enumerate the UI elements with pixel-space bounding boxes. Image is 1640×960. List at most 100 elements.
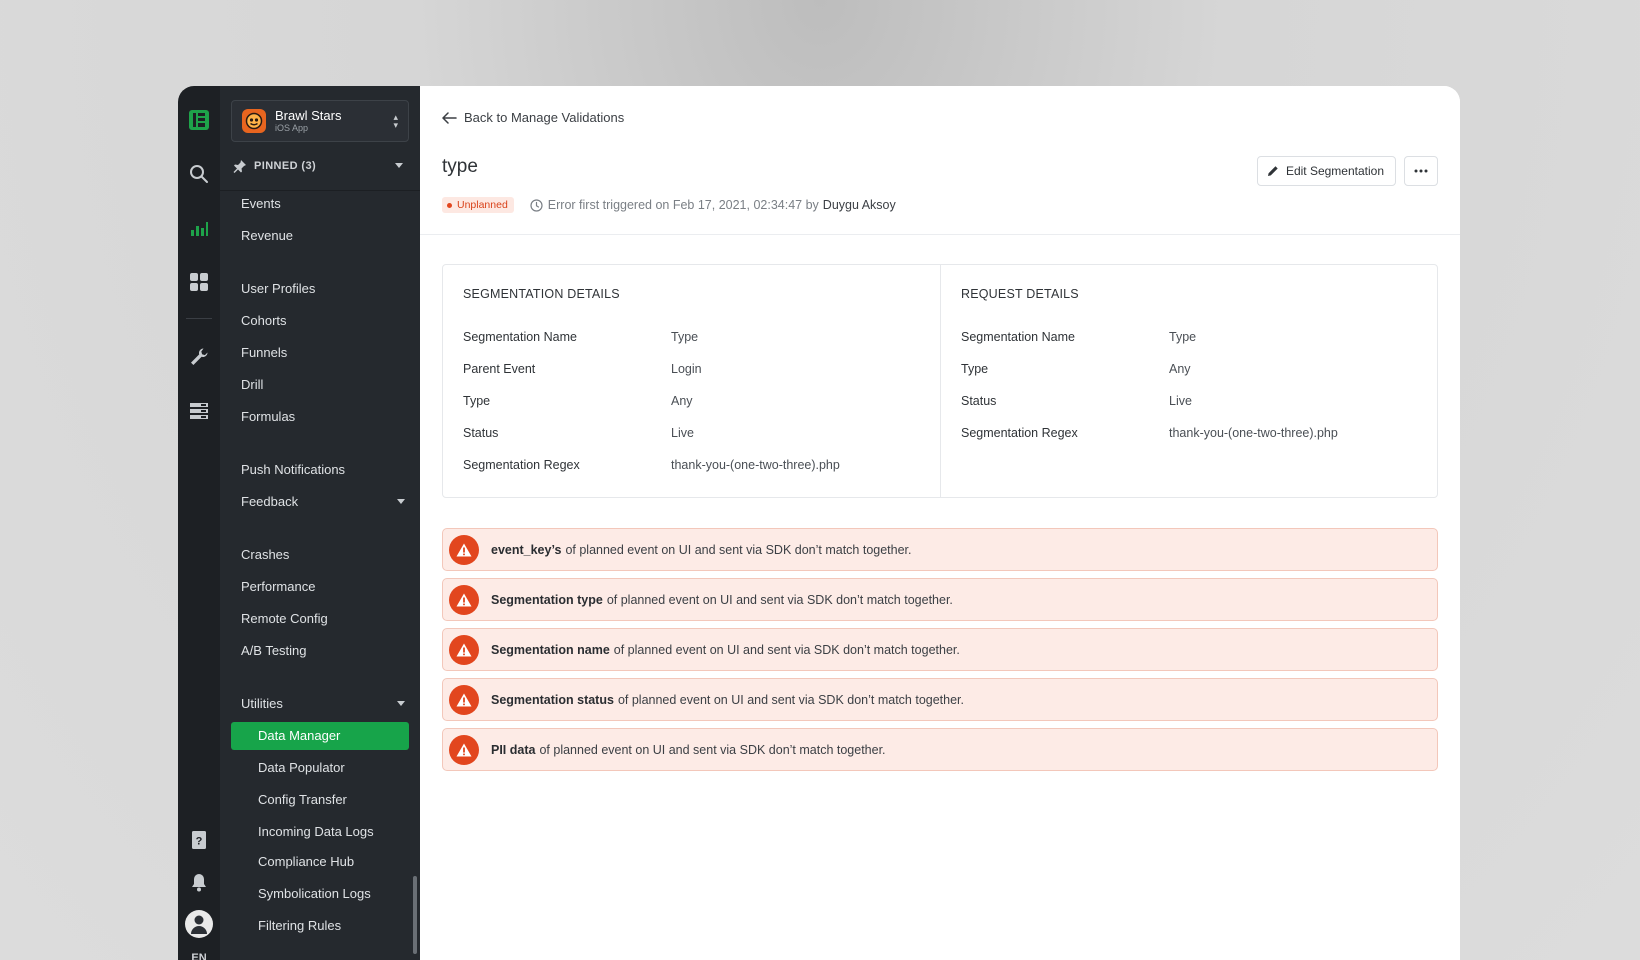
svg-text:?: ? [196,836,203,848]
mismatch-alert: PII data of planned event on UI and sent… [442,728,1438,771]
sidebar-item-formulas[interactable]: Formulas [241,407,411,427]
sidebar-item-label: Utilities [241,696,283,711]
pinned-label: PINNED (3) [254,160,317,172]
detail-row: Parent Event Login [463,361,920,393]
segmentation-details-panel: SEGMENTATION DETAILS Segmentation Name Ty… [443,265,940,497]
status-badge-label: Unplanned [457,199,508,211]
sidebar-item-performance[interactable]: Performance [241,577,411,597]
icon-rail: ? EN [178,86,220,960]
detail-key: Segmentation Regex [463,458,580,472]
detail-row: Type Any [961,361,1417,393]
analytics-icon[interactable] [187,216,211,240]
mismatch-alert: Segmentation type of planned event on UI… [442,578,1438,621]
alert-text: of planned event on UI and sent via SDK … [606,592,953,607]
status-dot-icon [447,202,452,208]
more-horizontal-icon [1414,169,1428,173]
detail-value: Any [1169,362,1191,376]
sidebar-item-drill[interactable]: Drill [241,375,411,395]
panel-title: REQUEST DETAILS [961,287,1079,301]
main-content: Back to Manage Validations type Edit Seg… [420,86,1460,960]
wrench-icon[interactable] [187,345,211,369]
sidebar-scrollbar[interactable] [413,876,417,954]
sidebar-item-push-notifications[interactable]: Push Notifications [241,460,411,480]
sidebar-item-filtering-rules[interactable]: Filtering Rules [258,916,420,936]
detail-value: Type [1169,330,1197,344]
caret-down-icon [397,701,405,706]
clock-icon [530,198,543,212]
dashboards-icon[interactable] [187,270,211,294]
sidebar-item-user-profiles[interactable]: User Profiles [241,279,411,299]
avatar[interactable] [185,910,213,938]
pinned-toggle[interactable]: PINNED (3) [233,159,409,173]
request-details-panel: REQUEST DETAILS Segmentation Name Type Ty… [940,265,1437,497]
pencil-icon [1267,166,1278,176]
sidebar-item-utilities[interactable]: Utilities [241,694,411,714]
sidebar-item-crashes[interactable]: Crashes [241,545,411,565]
alert-text: of planned event on UI and sent via SDK … [565,542,912,557]
warning-icon [449,684,479,715]
validation-meta: Unplanned Error first triggered on Feb 1… [442,197,896,213]
documentation-icon[interactable]: ? [187,828,211,852]
detail-row: Type Any [463,393,920,425]
edit-segmentation-button[interactable]: Edit Segmentation [1256,156,1396,186]
detail-value: thank-you-(one-two-three).php [1169,426,1338,440]
sidebar-divider [220,190,420,191]
countly-logo-icon[interactable] [187,108,211,132]
pin-icon [233,160,246,173]
app-window: ? EN Brawl Stars iOS App ▴▾ PINNED (3) [178,86,1460,960]
app-switcher[interactable]: Brawl Stars iOS App ▴ ▾ [231,100,409,142]
app-name: Brawl Stars [275,108,342,123]
language-selector[interactable]: EN [191,952,206,960]
mismatch-alert: event_key’s of planned event on UI and s… [442,528,1438,571]
warning-icon [449,634,479,665]
detail-value: Live [1169,394,1192,408]
sidebar-item-remote-config[interactable]: Remote Config [241,609,411,629]
more-options-button[interactable] [1404,156,1438,186]
alert-subject: event_key’s [491,542,562,557]
sidebar-item-cohorts[interactable]: Cohorts [241,311,411,331]
sidebar-item-events[interactable]: Events [241,194,411,214]
sidebar-item-data-manager[interactable]: Data Manager [231,722,409,750]
sidebar-item-feedback[interactable]: Feedback [241,492,411,512]
detail-row: Segmentation Regex thank-you-(one-two-thr… [463,457,920,489]
detail-row: Status Live [961,393,1417,425]
sidebar-item-data-populator[interactable]: Data Populator [258,758,420,778]
detail-row: Segmentation Name Type [463,329,920,361]
sidebar-item-revenue[interactable]: Revenue [241,226,411,246]
status-badge: Unplanned [442,197,514,213]
sidebar-item-funnels[interactable]: Funnels [241,343,411,363]
detail-key: Parent Event [463,362,536,376]
edit-segmentation-label: Edit Segmentation [1285,164,1384,178]
chevron-updown-icon: ▴ ▾ [393,112,398,130]
mismatch-alert: Segmentation status of planned event on … [442,678,1438,721]
warning-icon [449,734,479,765]
sidebar-item-incoming-data-logs[interactable]: Incoming Data Logs [258,822,420,842]
alert-subject: Segmentation type [491,592,603,607]
app-platform: iOS App [275,123,309,133]
error-user: Duygu Aksoy [822,198,896,212]
detail-key: Segmentation Name [463,330,577,344]
sidebar-item-config-transfer[interactable]: Config Transfer [258,790,420,810]
management-icon[interactable] [187,399,211,423]
rail-divider [186,318,212,319]
warning-icon [449,584,479,615]
detail-key: Segmentation Name [961,330,1075,344]
error-timestamp-text: Error first triggered on Feb 17, 2021, 0… [547,198,819,212]
arrow-left-icon [442,111,457,124]
alert-subject: Segmentation status [491,692,614,707]
alert-text: of planned event on UI and sent via SDK … [617,692,964,707]
sidebar-item-ab-testing[interactable]: A/B Testing [241,641,411,661]
sidebar-item-label: Feedback [241,494,299,509]
mismatch-alerts: event_key’s of planned event on UI and s… [442,528,1438,778]
detail-key: Segmentation Regex [961,426,1078,440]
page-title: type [442,156,478,177]
search-icon[interactable] [187,162,211,186]
sidebar-item-symbolication-logs[interactable]: Symbolication Logs [258,884,420,904]
bell-icon[interactable] [187,870,211,894]
app-logo-icon [242,109,266,133]
sidebar-item-compliance-hub[interactable]: Compliance Hub [258,852,420,872]
alert-subject: Segmentation name [491,642,610,657]
back-link[interactable]: Back to Manage Validations [442,110,624,125]
warning-icon [449,534,479,565]
back-link-label: Back to Manage Validations [464,110,625,125]
